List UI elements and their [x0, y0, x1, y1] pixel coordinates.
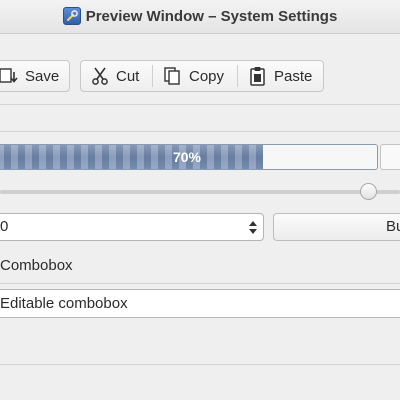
- progress-bar: 70%: [0, 144, 378, 170]
- slider-track[interactable]: [0, 190, 400, 194]
- clipboard-icon: [250, 67, 265, 86]
- toolbar-separator: [152, 65, 153, 87]
- save-group: Save: [0, 60, 70, 92]
- spinbox[interactable]: 0: [0, 213, 264, 241]
- toolbar-separator: [237, 65, 238, 87]
- edit-group: Cut Copy Paste: [80, 60, 324, 92]
- editable-combobox-value: Editable combobox: [0, 295, 128, 312]
- push-button-label: Bu: [386, 218, 400, 235]
- secondary-progress-bar: [380, 144, 400, 170]
- tools-icon: [62, 7, 81, 25]
- copy-icon: [164, 67, 180, 85]
- combobox-label: Combobox: [0, 257, 73, 274]
- cut-label: Cut: [116, 67, 140, 85]
- copy-button[interactable]: Copy: [163, 61, 224, 91]
- editable-combobox[interactable]: Editable combobox: [0, 289, 400, 318]
- save-label: Save: [25, 67, 60, 85]
- copy-label: Copy: [189, 67, 225, 85]
- toolbar: Save Cut Copy Paste: [0, 34, 400, 104]
- spinbox-value: 0: [0, 218, 9, 235]
- progress-label: 70%: [172, 149, 202, 165]
- save-button[interactable]: Save: [0, 61, 59, 91]
- slider-handle[interactable]: [360, 183, 377, 200]
- divider: [0, 131, 400, 132]
- divider: [0, 104, 400, 105]
- spin-down-icon[interactable]: [249, 229, 257, 234]
- title-bar: Preview Window – System Settings: [0, 0, 400, 34]
- divider: [0, 283, 400, 284]
- window-title: Preview Window – System Settings: [85, 7, 338, 25]
- spin-up-icon[interactable]: [249, 221, 257, 226]
- push-button[interactable]: Bu: [273, 213, 400, 241]
- cut-button[interactable]: Cut: [90, 61, 139, 91]
- scissors-icon: [92, 67, 108, 85]
- divider: [0, 364, 400, 365]
- combobox[interactable]: Combobox: [0, 251, 400, 281]
- paste-button[interactable]: Paste: [248, 61, 312, 91]
- save-icon: [0, 68, 18, 83]
- paste-label: Paste: [274, 67, 313, 85]
